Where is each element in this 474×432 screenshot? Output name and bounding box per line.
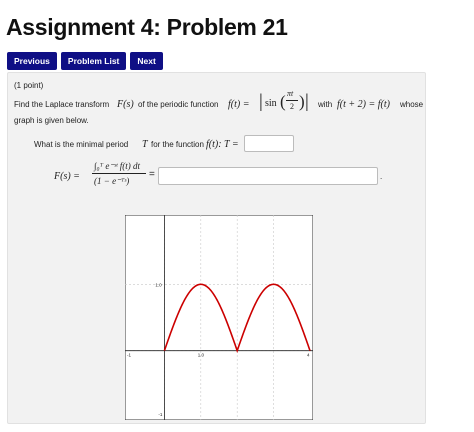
ft-symbol: f(t) = xyxy=(228,99,250,110)
two: 2 xyxy=(290,102,294,111)
abs-bar-left: | xyxy=(259,91,263,112)
problem-nav: Previous Problem List Next xyxy=(7,52,163,70)
abs-bar-right: | xyxy=(305,91,309,112)
paren-left: ( xyxy=(280,92,286,111)
period-eq: f(t): T = xyxy=(206,139,239,150)
equals-sign: = xyxy=(149,169,155,180)
integral-numerator: ∫₀ᵀ e⁻ˢᵗ f(t) dt xyxy=(94,161,140,171)
formula-fraction-bar xyxy=(92,173,146,174)
problem-panel: (1 point) Find the Laplace transform F(s… xyxy=(7,72,426,424)
x-tick-left: -1 xyxy=(127,353,131,358)
y-tick-bottom: -1 xyxy=(158,412,162,417)
fs-symbol: F(s) xyxy=(117,99,134,110)
period-answer-input[interactable] xyxy=(244,135,294,152)
pi-t: πt xyxy=(287,89,294,98)
previous-button[interactable]: Previous xyxy=(7,52,57,70)
sin-fn: sin xyxy=(265,98,277,109)
x-tick-mid: 1.0 xyxy=(198,353,205,358)
period-dot: . xyxy=(380,172,383,181)
statement-prefix: Find the Laplace transform xyxy=(14,100,110,109)
function-graph: 1.0 -1 -1 1.0 4 xyxy=(125,215,313,420)
points-label: (1 point) xyxy=(14,81,44,90)
period-var: T xyxy=(142,139,148,150)
integral-denominator: (1 − e⁻ᵀˢ) xyxy=(94,176,130,186)
periodic-condition: f(t + 2) = f(t) xyxy=(337,99,390,110)
statement-mid: of the periodic function xyxy=(138,100,219,109)
statement-with: with xyxy=(318,100,333,109)
statement-line2: graph is given below. xyxy=(14,116,89,125)
fraction-bar xyxy=(286,100,298,101)
y-tick-top: 1.0 xyxy=(155,282,162,287)
period-question-tail: for the function xyxy=(151,140,204,149)
next-button[interactable]: Next xyxy=(130,52,163,70)
paren-right: ) xyxy=(299,92,305,111)
fs-eq-label: F(s) = xyxy=(54,171,80,182)
statement-whose: whose xyxy=(400,100,424,109)
fs-answer-input[interactable] xyxy=(158,167,378,185)
page-title: Assignment 4: Problem 21 xyxy=(6,14,288,40)
graph-frame xyxy=(125,215,313,420)
problem-list-button[interactable]: Problem List xyxy=(60,52,127,70)
period-question: What is the minimal period xyxy=(34,140,129,149)
